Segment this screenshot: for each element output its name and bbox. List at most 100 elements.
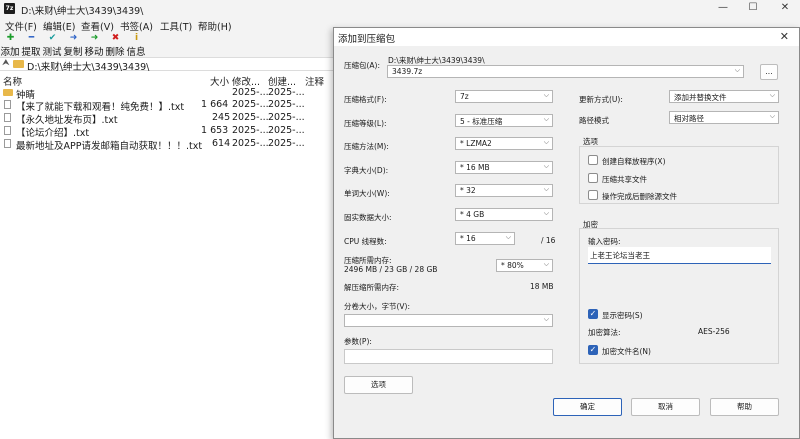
options-button[interactable]: 选项 [344, 376, 413, 394]
file-modified: 2025-... [232, 99, 269, 110]
arrow-right-icon: ➜ [69, 33, 78, 43]
file-icon [4, 126, 11, 135]
solid-size-value: * 4 GB [460, 210, 485, 219]
app-logo-icon: 7z [4, 3, 15, 14]
method-select[interactable]: * LZMA2 ⌵ [455, 137, 553, 150]
column-size[interactable]: 大小 [210, 74, 229, 88]
menu-view[interactable]: 查看(V) [81, 19, 114, 33]
minimize-button[interactable]: — [708, 0, 738, 17]
delete-after-label: 操作完成后删除源文件 [602, 192, 677, 201]
folder-icon [3, 89, 13, 96]
dictionary-label: 字典大小(D): [344, 166, 389, 175]
chevron-down-icon: ⌵ [769, 91, 775, 99]
path-mode-label: 路径模式 [579, 116, 609, 125]
file-icon [4, 113, 11, 122]
decompress-memory-label: 解压缩所需内存: [344, 283, 400, 292]
parameters-input[interactable] [344, 349, 553, 364]
memory-percent-value: * 80% [501, 261, 524, 270]
chevron-down-icon: ⌵ [769, 112, 775, 120]
close-icon[interactable]: ✕ [780, 30, 789, 43]
maximize-button[interactable]: ☐ [738, 0, 768, 17]
ok-button[interactable]: 确定 [553, 398, 622, 416]
format-value: 7z [460, 92, 469, 101]
chevron-down-icon: ⌵ [543, 260, 549, 268]
show-password-checkbox[interactable]: ✓ [588, 309, 598, 319]
format-select[interactable]: 7z ⌵ [455, 90, 553, 103]
file-size: 1 653 [201, 125, 229, 136]
threads-value: * 16 [460, 234, 476, 243]
delete-after-checkbox[interactable] [588, 190, 598, 200]
shared-label: 压缩共享文件 [602, 175, 647, 184]
path-mode-select[interactable]: 相对路径 ⌵ [669, 111, 779, 124]
update-mode-select[interactable]: 添加并替换文件 ⌵ [669, 90, 779, 103]
file-name: 【来了就能下载和观看！纯免费！】.txt [16, 102, 185, 113]
help-button[interactable]: 帮助 [710, 398, 779, 416]
threads-select[interactable]: * 16 ⌵ [455, 232, 515, 245]
method-label: 压缩方法(M): [344, 142, 389, 151]
encryption-method-value[interactable]: AES-256 [698, 327, 730, 336]
column-created[interactable]: 创建... [268, 74, 296, 88]
split-size-combo[interactable]: ⌵ [344, 314, 553, 327]
close-button[interactable]: ✕ [770, 0, 800, 17]
menu-tools[interactable]: 工具(T) [160, 19, 192, 33]
decompress-memory-value: 18 MB [530, 282, 554, 291]
info-icon: i [134, 33, 139, 43]
list-item[interactable]: 【永久地址发布页】.txt 245 2025-... 2025-... [0, 112, 340, 126]
archive-name-value: 3439.7z [392, 67, 423, 76]
file-name: 【论坛介绍】.txt [16, 128, 90, 139]
word-size-value: * 32 [460, 186, 476, 195]
format-label: 压缩格式(F): [344, 95, 387, 104]
arrow-move-icon: ➜ [90, 33, 99, 43]
file-name: 【永久地址发布页】.txt [16, 115, 118, 126]
solid-size-select[interactable]: * 4 GB ⌵ [455, 208, 553, 221]
file-size: 614 [212, 138, 231, 149]
info-label: 信息 [126, 47, 146, 58]
encrypt-names-label: 加密文件名(N) [602, 347, 651, 356]
address-path[interactable]: D:\来财\绅士大\3439\3439\ [27, 59, 149, 73]
file-modified: 2025-... [232, 138, 269, 149]
column-name[interactable]: 名称 [3, 74, 22, 88]
chevron-down-icon: ⌵ [543, 91, 549, 99]
list-item[interactable]: 【来了就能下载和观看！纯免费！】.txt 1 664 2025-... 2025… [0, 99, 340, 113]
info-button[interactable]: i 信息 [124, 33, 148, 59]
file-created: 2025-... [268, 99, 305, 110]
list-item[interactable]: 【论坛介绍】.txt 1 653 2025-... 2025-... [0, 125, 340, 139]
up-folder-icon[interactable]: ⮝ [2, 58, 10, 68]
cancel-button[interactable]: 取消 [631, 398, 700, 416]
sfx-checkbox[interactable] [588, 155, 598, 165]
list-item[interactable]: 钟睛 2025-... 2025-... [0, 87, 340, 101]
menu-bookmarks[interactable]: 书签(A) [120, 19, 153, 33]
menu-edit[interactable]: 编辑(E) [43, 19, 75, 33]
column-comment[interactable]: 注释 [305, 74, 324, 88]
toolbar: ✚ 添加 ━ 提取 ✔ 测试 ➜ 复制 ➜ 移动 ✖ 删除 i 信息 [0, 33, 340, 59]
password-value: 上老王论坛当老王 [590, 251, 650, 260]
dialog-title: 添加到压缩包 [338, 34, 396, 45]
split-size-label: 分卷大小，字节(V): [344, 302, 411, 311]
encryption-method-label: 加密算法: [588, 328, 621, 337]
archive-name-combo[interactable]: 3439.7z ⌵ [387, 65, 744, 78]
column-modified[interactable]: 修改... [232, 74, 260, 88]
method-value: * LZMA2 [460, 139, 492, 148]
level-select[interactable]: 5 - 标准压缩 ⌵ [455, 114, 553, 127]
file-modified: 2025-... [232, 125, 269, 136]
file-created: 2025-... [268, 112, 305, 123]
memory-percent-select[interactable]: * 80% ⌵ [496, 259, 553, 272]
shared-checkbox[interactable] [588, 173, 598, 183]
chevron-down-icon: ⌵ [543, 185, 549, 193]
dictionary-select[interactable]: * 16 MB ⌵ [455, 161, 553, 174]
browse-button[interactable]: ... [760, 64, 778, 80]
path-mode-value: 相对路径 [674, 114, 704, 123]
word-size-select[interactable]: * 32 ⌵ [455, 184, 553, 197]
sfx-label: 创建自释放程序(X) [602, 157, 666, 166]
add-to-archive-dialog: 添加到压缩包 ✕ 压缩包(A): D:\来财\绅士大\3439\3439\ 34… [333, 27, 800, 439]
encrypt-names-checkbox[interactable]: ✓ [588, 345, 598, 355]
menu-file[interactable]: 文件(F) [5, 19, 37, 33]
file-icon [4, 139, 11, 148]
file-icon [4, 100, 11, 109]
options-group: 创建自释放程序(X) 压缩共享文件 操作完成后删除源文件 [579, 146, 779, 204]
dialog-title-bar: 添加到压缩包 ✕ [334, 28, 799, 46]
password-input[interactable]: 上老王论坛当老王 [588, 247, 771, 264]
list-item[interactable]: 最新地址及APP请发邮箱自动获取！！！.txt 614 2025-... 202… [0, 138, 340, 152]
chevron-down-icon: ⌵ [543, 209, 549, 217]
menu-help[interactable]: 帮助(H) [198, 19, 232, 33]
